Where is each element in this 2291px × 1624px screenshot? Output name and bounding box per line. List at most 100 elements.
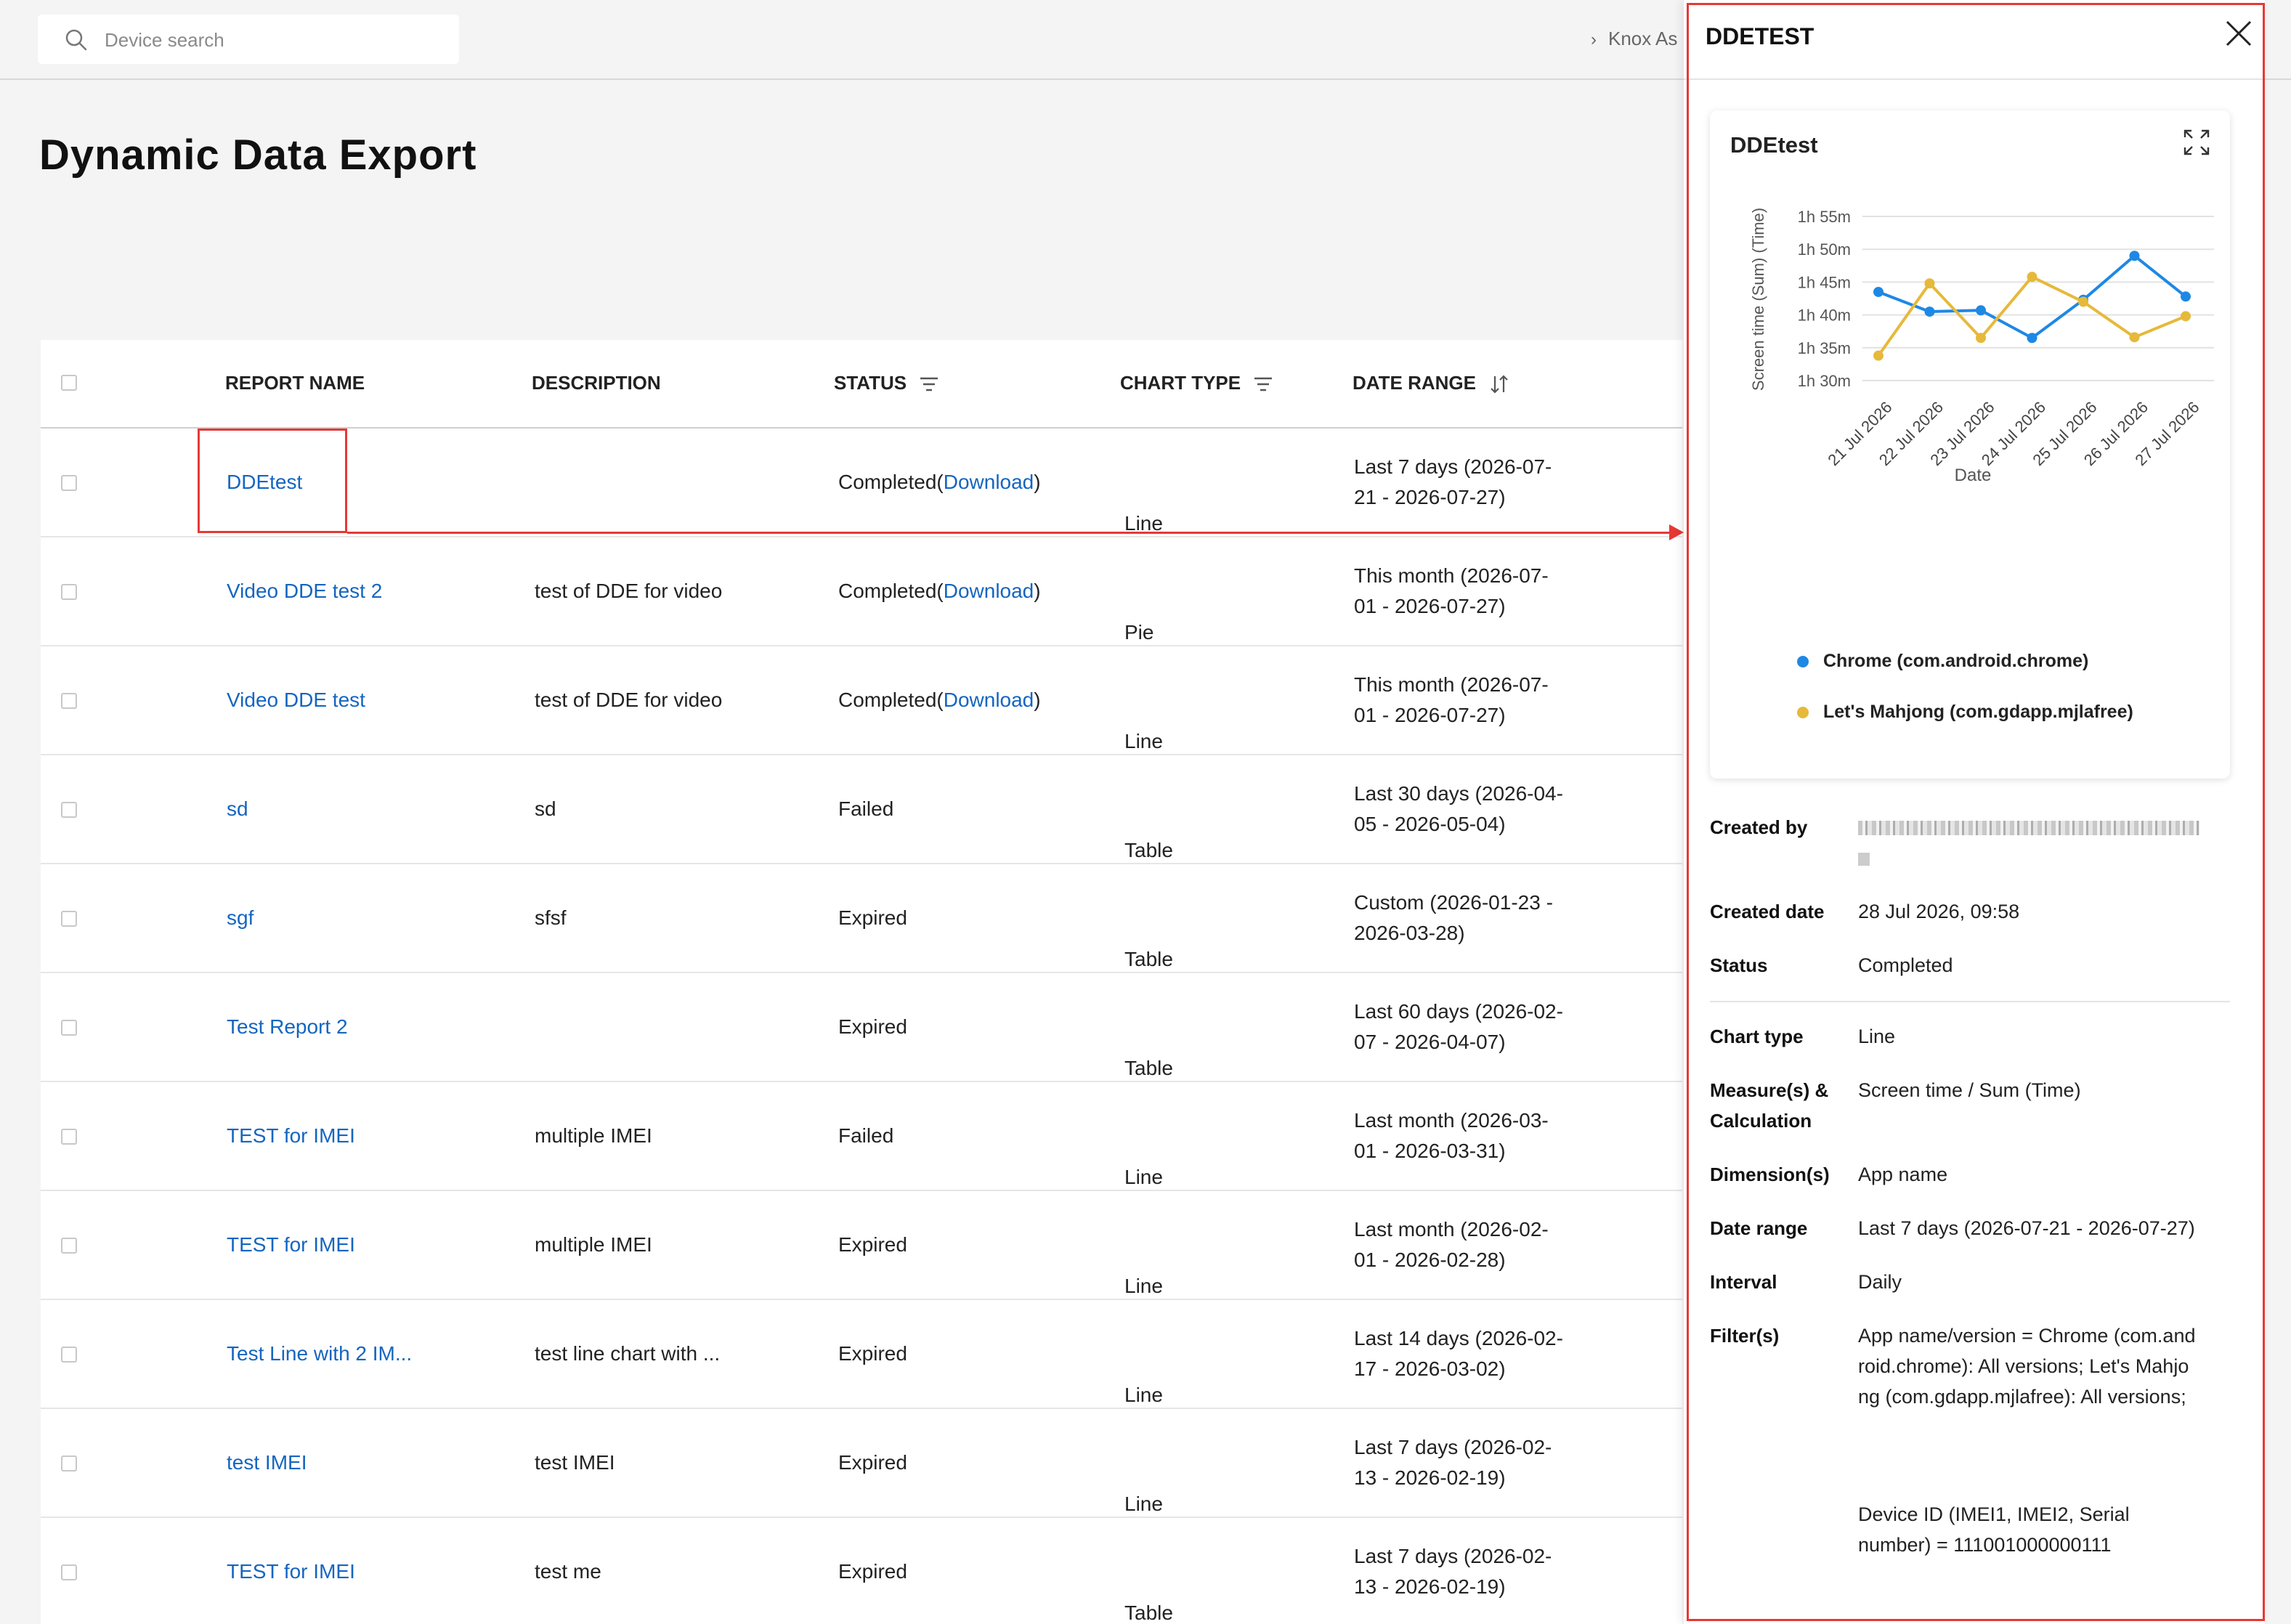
table-row[interactable]: Video DDE test test of DDE for video Compl… [41,646,1682,755]
row-checkbox[interactable] [61,1129,77,1145]
report-status: Expired [838,903,907,933]
row-checkbox[interactable] [61,693,77,709]
breadcrumb[interactable]: › Knox As [1591,28,1677,50]
report-status: Expired [838,1556,907,1587]
table-row[interactable]: Test Line with 2 IM... test line chart wi… [41,1300,1682,1409]
column-chart-type[interactable]: CHART TYPE [1120,372,1273,394]
report-name-link[interactable]: Test Report 2 [227,1012,348,1042]
legend-item-chrome[interactable]: Chrome (com.android.chrome) [1797,651,2088,672]
data-point [2181,311,2191,322]
report-chart-type: Line [1124,1275,1163,1297]
filter-icon[interactable] [919,375,939,393]
row-checkbox[interactable] [61,911,77,927]
row-checkbox[interactable] [61,1347,77,1363]
expand-icon[interactable] [2182,128,2211,157]
select-all-checkbox[interactable] [61,375,77,391]
created-date-label: Created date [1710,901,1825,922]
download-link[interactable]: Download [944,580,1034,602]
device-search-box[interactable]: Device search [38,15,459,64]
data-point [1873,350,1884,361]
table-row[interactable]: TEST for IMEI multiple IMEI Expired Line Las… [41,1191,1682,1300]
table-row[interactable]: Test Report 2 Expired Table Last 60 days (2… [41,973,1682,1082]
report-description: multiple IMEI [535,1233,652,1256]
report-description: sd [535,797,556,820]
report-description: test me [535,1560,601,1583]
data-point [2129,332,2140,343]
table-row[interactable]: sd sd Failed Table Last 30 days (2026-04-05 … [41,755,1682,864]
legend-label: Chrome (com.android.chrome) [1823,651,2089,671]
download-link[interactable]: Download [944,471,1034,493]
report-description: test line chart with ... [535,1342,721,1365]
report-name-link[interactable]: test IMEI [227,1448,307,1478]
report-date-range: Last 14 days (2026-02-17 - 2026-03-02) [1354,1327,1563,1380]
row-checkbox[interactable] [61,1238,77,1254]
data-point [2129,251,2140,261]
table-row[interactable]: TEST for IMEI test me Expired Table Last 7 d… [41,1518,1682,1624]
data-point [1976,333,1986,344]
interval-value: Daily [1858,1271,1902,1293]
legend-dot-icon [1797,656,1809,668]
column-report-name: REPORT NAME [225,372,365,394]
status-text: Expired [838,1451,907,1474]
status-text: Completed [838,580,937,602]
status-text: Expired [838,1342,907,1365]
report-chart-type: Line [1124,512,1163,535]
report-description: test of DDE for video [535,580,723,602]
report-date-range: Last month (2026-02-01 - 2026-02-28) [1354,1218,1549,1271]
report-chart-type: Line [1124,1493,1163,1515]
y-axis-label: Screen time (Sum) (Time) [1749,208,1767,391]
report-name-link[interactable]: TEST for IMEI [227,1556,355,1587]
report-date-range: Last 60 days (2026-02-07 - 2026-04-07) [1354,1000,1563,1053]
report-description: multiple IMEI [535,1124,652,1147]
row-checkbox[interactable] [61,475,77,491]
row-checkbox[interactable] [61,1455,77,1471]
report-name-link[interactable]: sd [227,794,248,824]
status-label: Status [1710,954,1768,976]
table-row[interactable]: test IMEI test IMEI Expired Line Last 7 days… [41,1409,1682,1518]
report-name-link[interactable]: TEST for IMEI [227,1230,355,1260]
report-status: Failed [838,1121,893,1151]
report-name-link[interactable]: Video DDE test 2 [227,576,382,606]
report-name-link[interactable]: sgf [227,903,254,933]
report-chart-type: Line [1124,1384,1163,1406]
download-link[interactable]: Download [944,689,1034,711]
report-chart-type: Table [1124,1601,1173,1624]
column-status[interactable]: STATUS [834,372,939,394]
table-row[interactable]: TEST for IMEI multiple IMEI Failed Line Last… [41,1082,1682,1191]
measures-value: Screen time / Sum (Time) [1858,1079,2081,1101]
row-checkbox[interactable] [61,584,77,600]
dimensions-value: App name [1858,1164,1948,1185]
report-date-range: Last 7 days (2026-07-21 - 2026-07-27) [1354,455,1552,508]
report-name-link[interactable]: TEST for IMEI [227,1121,355,1151]
report-date-range: Last 7 days (2026-02-13 - 2026-02-19) [1354,1545,1552,1598]
report-chart-type: Line [1124,730,1163,752]
search-icon [65,29,87,51]
row-checkbox[interactable] [61,1020,77,1036]
data-point [2027,333,2037,344]
row-checkbox[interactable] [61,1564,77,1580]
table-row[interactable]: Video DDE test 2 test of DDE for video Com… [41,537,1682,646]
report-date-range: Custom (2026-01-23 - 2026-03-28) [1354,891,1553,944]
row-checkbox[interactable] [61,802,77,818]
chart-type-value: Line [1858,1026,1896,1047]
divider [1710,1001,2230,1002]
report-name-link[interactable]: Test Line with 2 IM... [227,1339,412,1369]
x-axis-label: Date [1955,466,1992,485]
created-by-value-redacted [1858,812,2236,874]
report-status: Completed(Download) [838,689,1041,711]
created-by-label: Created by [1710,816,1808,838]
report-status: Expired [838,1448,907,1478]
report-name-link[interactable]: Video DDE test [227,685,365,715]
filter-app-value: App name/version = Chrome (com.android.c… [1858,1325,2196,1408]
breadcrumb-item[interactable]: Knox As [1608,28,1677,49]
search-input[interactable]: Device search [105,29,224,52]
close-icon[interactable] [2223,17,2255,49]
y-tick-label: 1h 40m [1798,306,1851,325]
legend-item-mahjong[interactable]: Let's Mahjong (com.gdapp.mjlafree) [1797,702,2133,723]
column-date-range[interactable]: DATE RANGE [1353,372,1510,395]
line-chart: 1h 30m 1h 35m 1h 40m 1h 45m 1h 50m 1h 55m Scre… [1749,208,2214,485]
status-value: Completed [1858,954,1953,976]
sort-icon[interactable] [1488,373,1510,395]
filter-icon[interactable] [1253,375,1273,393]
table-row[interactable]: sgf sfsf Expired Table Custom (2026-01-23 - … [41,864,1682,973]
